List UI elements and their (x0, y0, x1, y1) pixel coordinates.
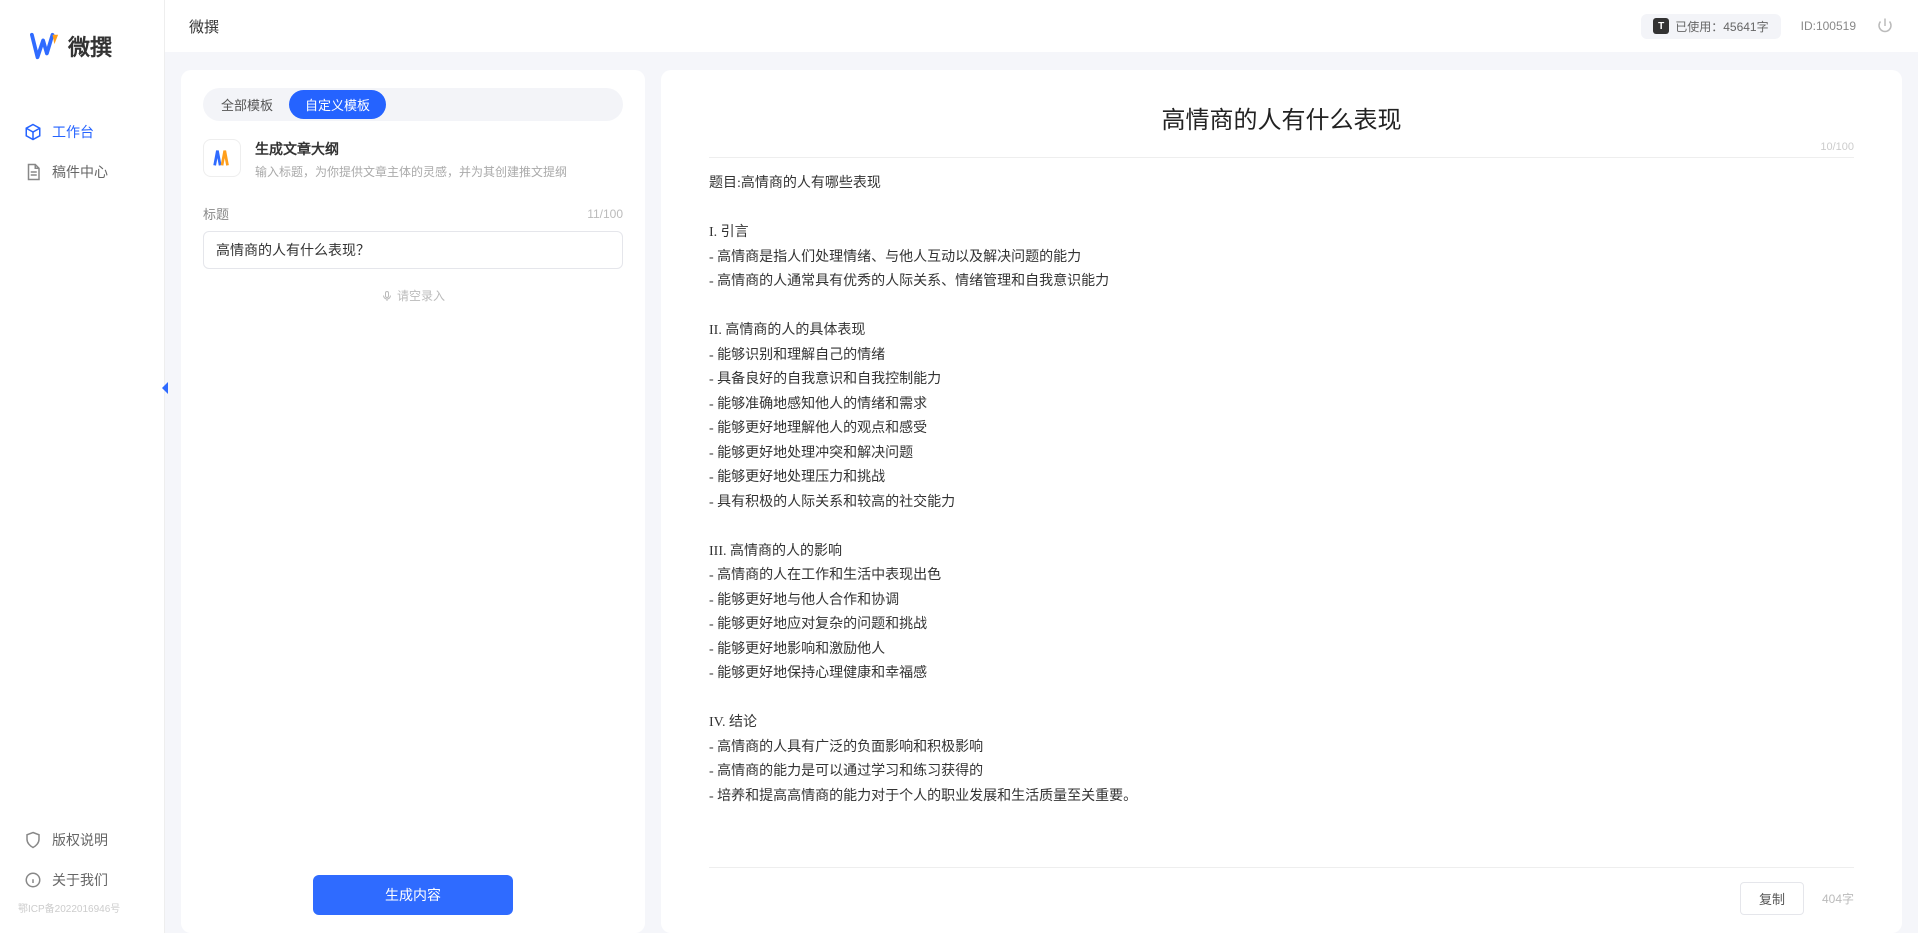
output-footer: 复制 404字 (709, 867, 1854, 915)
topbar-title: 微撰 (189, 16, 219, 37)
sidebar-item-drafts[interactable]: 稿件中心 (0, 152, 164, 192)
tab-custom-templates[interactable]: 自定义模板 (289, 90, 386, 119)
sidebar-nav: 工作台 稿件中心 (0, 112, 164, 820)
logo-mark-icon (30, 31, 60, 61)
main: 微撰 T 已使用：45641字 ID:100519 全部模板 自定义模板 (165, 0, 1918, 933)
sidebar-item-about[interactable]: 关于我们 (0, 860, 164, 900)
cube-icon (24, 123, 42, 141)
title-label-row: 标题 11/100 (203, 204, 623, 223)
usage-pill[interactable]: T 已使用：45641字 (1641, 14, 1780, 39)
template-icon (203, 139, 241, 177)
output-char-count: 404字 (1822, 890, 1854, 907)
sidebar-item-label: 稿件中心 (52, 162, 108, 182)
template-desc: 输入标题，为你提供文章主体的灵感，并为其创建推文提纲 (255, 163, 567, 180)
copy-button[interactable]: 复制 (1740, 882, 1804, 915)
topbar-right: T 已使用：45641字 ID:100519 (1641, 14, 1894, 39)
input-panel: 全部模板 自定义模板 生成文章大纲 输入标题，为你提供文章主体的灵感，并为其创建… (181, 70, 645, 933)
topbar: 微撰 T 已使用：45641字 ID:100519 (165, 0, 1918, 52)
info-icon (24, 871, 42, 889)
usage-text: 已使用：45641字 (1675, 18, 1768, 35)
sidebar-item-copyright[interactable]: 版权说明 (0, 820, 164, 860)
icp-footer: 鄂ICP备2022016946号 (0, 900, 164, 923)
voice-hint-text: 请空录入 (397, 287, 445, 304)
output-panel: 高情商的人有什么表现 10/100 题目:高情商的人有哪些表现 I. 引言 - … (661, 70, 1902, 933)
output-heading: 高情商的人有什么表现 (709, 100, 1854, 135)
sidebar-bottom: 版权说明 关于我们 鄂ICP备2022016946号 (0, 820, 164, 933)
voice-input-hint[interactable]: 请空录入 (203, 287, 623, 304)
sidebar-item-label: 版权说明 (52, 830, 108, 850)
template-card: 生成文章大纲 输入标题，为你提供文章主体的灵感，并为其创建推文提纲 (203, 139, 623, 180)
sidebar-item-label: 工作台 (52, 122, 94, 142)
output-body[interactable]: 题目:高情商的人有哪些表现 I. 引言 - 高情商是指人们处理情绪、与他人互动以… (709, 172, 1854, 853)
sidebar-item-workspace[interactable]: 工作台 (0, 112, 164, 152)
title-label: 标题 (203, 204, 229, 223)
title-input[interactable] (203, 231, 623, 269)
template-tabs: 全部模板 自定义模板 (203, 88, 623, 121)
usage-badge: T (1653, 18, 1669, 34)
document-icon (24, 163, 42, 181)
title-counter: 11/100 (587, 207, 623, 221)
mic-icon (381, 290, 393, 302)
sidebar: 微撰 工作台 稿件中心 版权说明 (0, 0, 165, 933)
logo: 微撰 (0, 0, 164, 82)
template-title: 生成文章大纲 (255, 139, 567, 159)
logo-text: 微撰 (68, 30, 112, 62)
tab-all-templates[interactable]: 全部模板 (205, 90, 289, 119)
shield-icon (24, 831, 42, 849)
user-id: ID:100519 (1801, 19, 1856, 33)
generate-button[interactable]: 生成内容 (313, 875, 513, 915)
power-icon[interactable] (1876, 17, 1894, 35)
sidebar-collapse-handle[interactable] (158, 378, 172, 398)
output-top-counter: 10/100 (709, 141, 1854, 158)
sidebar-item-label: 关于我们 (52, 870, 108, 890)
content-row: 全部模板 自定义模板 生成文章大纲 输入标题，为你提供文章主体的灵感，并为其创建… (165, 52, 1918, 933)
